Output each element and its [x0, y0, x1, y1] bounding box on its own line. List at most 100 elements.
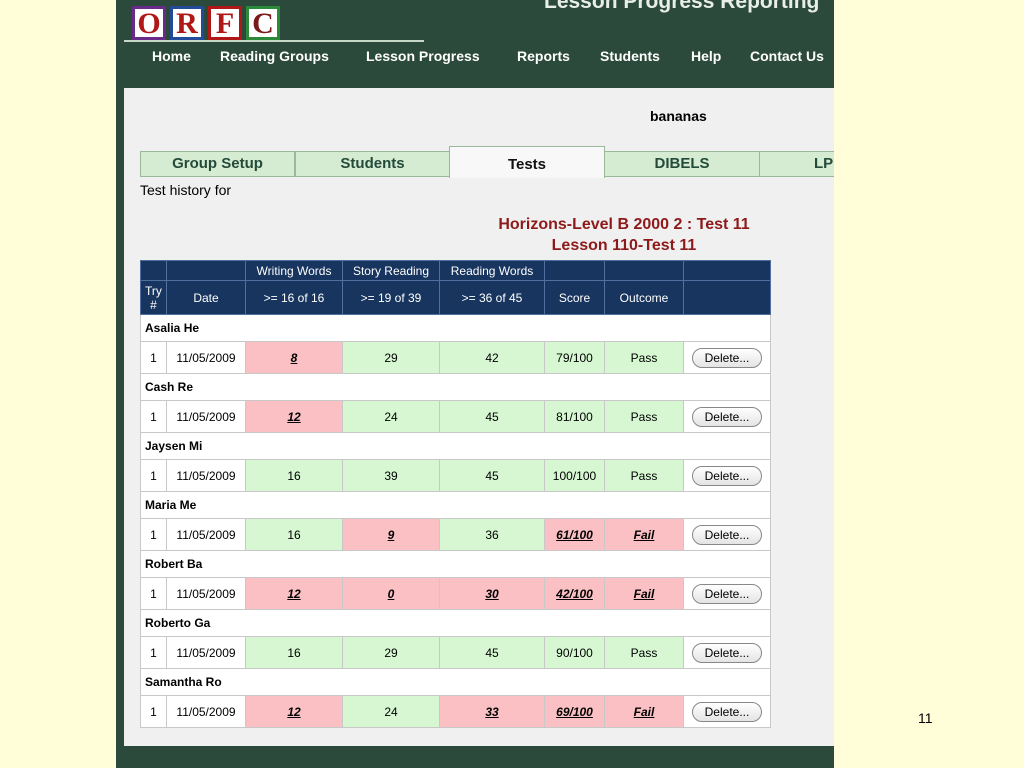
score-cell: 90/100: [544, 636, 605, 669]
slide-page-number: 11: [918, 710, 933, 726]
student-name-row: Jaysen Mi: [140, 432, 771, 460]
nav-reading-groups[interactable]: Reading Groups: [220, 48, 329, 64]
delete-button[interactable]: Delete...: [691, 642, 763, 663]
logo-letter-o: O: [132, 6, 166, 40]
logo-letter-f: F: [208, 6, 242, 40]
reading-words-cell: 30: [439, 577, 545, 610]
nav-students[interactable]: Students: [600, 48, 660, 64]
writing-words-cell: 12: [245, 400, 343, 433]
outcome-cell: Fail: [604, 518, 684, 551]
logo-letter-r: R: [170, 6, 204, 40]
student-name: Cash Re: [140, 373, 771, 401]
try-number: 1: [140, 577, 167, 610]
nav-home[interactable]: Home: [152, 48, 191, 64]
header-reading-threshold: >= 36 of 45: [439, 280, 545, 315]
delete-button[interactable]: Delete...: [691, 524, 763, 545]
test-date: 11/05/2009: [166, 341, 246, 374]
header-writing-words: Writing Words: [245, 260, 343, 281]
test-title-line-1: Horizons-Level B 2000 2 : Test 11: [498, 216, 750, 233]
outcome-cell: Pass: [604, 341, 684, 374]
logo-letter-c: C: [246, 6, 280, 40]
tab-students[interactable]: Students: [295, 151, 450, 177]
outcome-cell: Pass: [604, 636, 684, 669]
student-name: Maria Me: [140, 491, 771, 519]
delete-button[interactable]: Delete...: [691, 347, 763, 368]
logo-underline: [124, 40, 424, 42]
actions-cell: Delete...: [683, 400, 771, 433]
reading-words-cell: 45: [439, 459, 545, 492]
student-name-row: Asalia He: [140, 314, 771, 342]
nav-lesson-progress[interactable]: Lesson Progress: [366, 48, 480, 64]
test-date: 11/05/2009: [166, 636, 246, 669]
test-date: 11/05/2009: [166, 400, 246, 433]
student-name: Roberto Ga: [140, 609, 771, 637]
outcome-cell-value: Fail: [633, 586, 655, 601]
app-frame: O R F C Lesson Progress Reporting Home R…: [116, 0, 834, 768]
header-blank: [544, 260, 605, 281]
score-cell: 61/100: [544, 518, 605, 551]
actions-cell: Delete...: [683, 636, 771, 669]
student-name: Asalia He: [140, 314, 771, 342]
reading-words-cell: 45: [439, 400, 545, 433]
table-row: 1 11/05/2009 12 24 33 69/100 Fail Delete...: [140, 695, 771, 728]
try-number: 1: [140, 636, 167, 669]
outcome-cell: Fail: [604, 577, 684, 610]
delete-button[interactable]: Delete...: [691, 406, 763, 427]
header-try: Try #: [140, 280, 167, 315]
table-row: 1 11/05/2009 12 0 30 42/100 Fail Delete...: [140, 577, 771, 610]
header-writing-threshold: >= 16 of 16: [245, 280, 343, 315]
student-name: Robert Ba: [140, 550, 771, 578]
try-number: 1: [140, 400, 167, 433]
writing-words-cell: 12: [245, 577, 343, 610]
story-reading-cell: 24: [342, 695, 440, 728]
reading-words-cell-value: 33: [485, 704, 499, 719]
score-cell: 100/100: [544, 459, 605, 492]
test-date: 11/05/2009: [166, 459, 246, 492]
nav-contact-us[interactable]: Contact Us: [750, 48, 824, 64]
test-title: Horizons-Level B 2000 2 : Test 11 Lesson…: [424, 214, 824, 256]
writing-words-cell-value: 12: [287, 704, 301, 719]
student-name-row: Robert Ba: [140, 550, 771, 578]
score-cell-value: 42/100: [556, 586, 593, 601]
tab-dibels[interactable]: DIBELS: [604, 151, 760, 177]
delete-button[interactable]: Delete...: [691, 583, 763, 604]
nav-help[interactable]: Help: [691, 48, 721, 64]
table-row: 1 11/05/2009 16 39 45 100/100 Pass Delete...: [140, 459, 771, 492]
student-name: Jaysen Mi: [140, 432, 771, 460]
student-name-row: Cash Re: [140, 373, 771, 401]
table-row: 1 11/05/2009 16 9 36 61/100 Fail Delete...: [140, 518, 771, 551]
content-panel: bananas Group Setup Students Tests DIBEL…: [124, 88, 834, 746]
reading-words-cell-value: 30: [485, 586, 499, 601]
tab-bar: Group Setup Students Tests DIBELS LPR: [140, 146, 834, 178]
delete-button[interactable]: Delete...: [691, 701, 763, 722]
test-results-table: Writing Words Story Reading Reading Word…: [140, 260, 771, 728]
try-number: 1: [140, 518, 167, 551]
student-name-row: Maria Me: [140, 491, 771, 519]
tab-group-setup[interactable]: Group Setup: [140, 151, 295, 177]
header-blank: [140, 260, 167, 281]
header-blank: [166, 260, 246, 281]
table-row: 1 11/05/2009 12 24 45 81/100 Pass Delete...: [140, 400, 771, 433]
table-row: 1 11/05/2009 16 29 45 90/100 Pass Delete...: [140, 636, 771, 669]
tab-lpr[interactable]: LPR: [759, 151, 834, 177]
outcome-cell: Pass: [604, 459, 684, 492]
tab-tests[interactable]: Tests: [449, 146, 605, 178]
writing-words-cell: 16: [245, 518, 343, 551]
score-cell: 81/100: [544, 400, 605, 433]
orfc-logo[interactable]: O R F C: [132, 6, 280, 40]
delete-button[interactable]: Delete...: [691, 465, 763, 486]
group-name: bananas: [650, 108, 707, 124]
story-reading-cell-value: 0: [387, 586, 395, 601]
header-blank: [683, 260, 771, 281]
nav-reports[interactable]: Reports: [517, 48, 570, 64]
story-reading-cell: 9: [342, 518, 440, 551]
app-title: Lesson Progress Reporting: [544, 0, 820, 13]
outcome-cell: Pass: [604, 400, 684, 433]
header-actions: [683, 280, 771, 315]
reading-words-cell: 36: [439, 518, 545, 551]
reading-words-cell: 45: [439, 636, 545, 669]
header-outcome: Outcome: [604, 280, 684, 315]
writing-words-cell: 16: [245, 636, 343, 669]
header-reading-words: Reading Words: [439, 260, 545, 281]
score-cell: 79/100: [544, 341, 605, 374]
